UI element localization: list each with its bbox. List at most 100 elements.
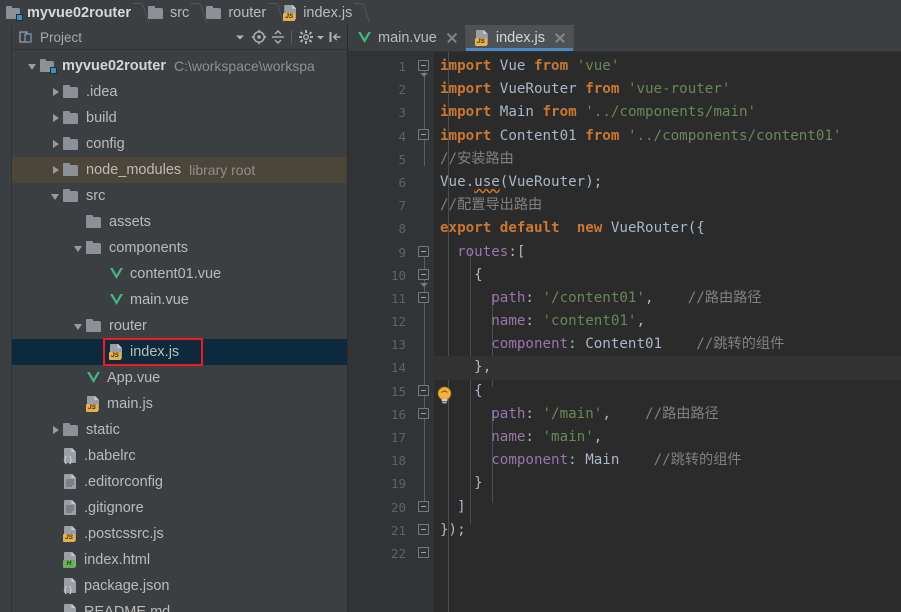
html-file-icon: H bbox=[63, 552, 78, 568]
tree-node-app-vue[interactable]: App.vue bbox=[12, 365, 347, 391]
code-line[interactable]: import Main from '../components/main' bbox=[434, 101, 901, 124]
tree-node-node-modules[interactable]: node_modules library root bbox=[12, 157, 347, 183]
code-folding-gutter[interactable] bbox=[414, 52, 434, 612]
code-line[interactable]: }, bbox=[434, 356, 901, 380]
tree-node-label: config bbox=[86, 136, 125, 152]
tree-node-config[interactable]: config bbox=[12, 131, 347, 157]
tree-node-label: .idea bbox=[86, 84, 118, 100]
line-number: 5 bbox=[398, 151, 406, 167]
code-line[interactable]: path: '/main', //路由路径 bbox=[434, 403, 901, 426]
tree-expand-arrow-icon[interactable] bbox=[72, 241, 86, 255]
text-file-icon bbox=[63, 474, 78, 490]
tree-expand-arrow-icon[interactable] bbox=[26, 59, 40, 73]
tree-node-index-html[interactable]: Hindex.html bbox=[12, 547, 347, 573]
svg-text:{}: {} bbox=[63, 456, 74, 465]
tree-node-main-js[interactable]: JS main.js bbox=[12, 391, 347, 417]
line-number: 19 bbox=[390, 476, 406, 492]
tree-node-hint: library root bbox=[189, 162, 256, 178]
breadcrumb-label: index.js bbox=[303, 4, 353, 21]
breadcrumb-item-module[interactable]: myvue02router bbox=[4, 0, 135, 25]
code-text[interactable]: import Vue from 'vue' import VueRouter fr… bbox=[434, 52, 901, 612]
code-line[interactable]: { bbox=[434, 264, 901, 287]
close-icon[interactable] bbox=[554, 32, 566, 44]
breadcrumb-item-file[interactable]: JS index.js bbox=[281, 0, 356, 25]
tree-node-index-js[interactable]: JS index.js bbox=[12, 339, 347, 365]
tree-node--postcssrc-js[interactable]: JS .postcssrc.js bbox=[12, 521, 347, 547]
line-number: 6 bbox=[398, 174, 406, 190]
tree-node-package-json[interactable]: {} package.json bbox=[12, 573, 347, 599]
code-line[interactable]: //配置导出路由 bbox=[434, 194, 901, 217]
tree-expand-arrow-icon[interactable] bbox=[49, 163, 63, 177]
collapse-all-icon[interactable] bbox=[268, 28, 287, 47]
tree-node-readme-md[interactable]: MD README.md bbox=[12, 599, 347, 612]
tree-node-src[interactable]: src bbox=[12, 183, 347, 209]
line-number: 16 bbox=[390, 406, 406, 422]
chevron-down-icon[interactable] bbox=[230, 28, 249, 47]
line-number: 9 bbox=[398, 244, 406, 260]
line-number: 14 bbox=[390, 360, 406, 376]
tab-main-vue[interactable]: main.vue bbox=[348, 25, 466, 51]
code-line[interactable]: path: '/content01', //路由路径 bbox=[434, 287, 901, 310]
js-file-icon: JS bbox=[474, 30, 490, 46]
chevron-down-icon[interactable] bbox=[315, 28, 325, 47]
tree-node-label: .babelrc bbox=[84, 448, 136, 464]
code-line[interactable]: ] bbox=[434, 496, 901, 519]
code-line[interactable]: routes:[ bbox=[434, 241, 901, 264]
tree-expand-arrow-icon[interactable] bbox=[49, 85, 63, 99]
tree-node-label: build bbox=[86, 110, 117, 126]
code-line[interactable]: import VueRouter from 'vue-router' bbox=[434, 78, 901, 101]
breadcrumb-separator bbox=[356, 0, 367, 25]
target-icon[interactable] bbox=[249, 28, 268, 47]
tree-expand-arrow-icon[interactable] bbox=[72, 319, 86, 333]
lightbulb-icon[interactable] bbox=[436, 386, 453, 406]
code-line[interactable]: component: Content01 //跳转的组件 bbox=[434, 333, 901, 356]
tree-node--editorconfig[interactable]: .editorconfig bbox=[12, 469, 347, 495]
folder-icon bbox=[63, 423, 80, 437]
tree-node-label: index.js bbox=[130, 344, 180, 360]
code-line[interactable]: import Vue from 'vue' bbox=[434, 55, 901, 78]
breadcrumb-item-src[interactable]: src bbox=[146, 0, 193, 25]
tree-node-build[interactable]: build bbox=[12, 105, 347, 131]
code-editor[interactable]: 1 2 3 4 5 6 7 8 9 10 11 12 13 14 15 16 17 18 19 20 21 22 bbox=[348, 52, 901, 612]
tree-node-content01-vue[interactable]: content01.vue bbox=[12, 261, 347, 287]
tab-index-js[interactable]: JS index.js bbox=[465, 25, 575, 51]
code-line[interactable]: import Content01 from '../components/con… bbox=[434, 125, 901, 148]
code-line[interactable]: export default new VueRouter({ bbox=[434, 217, 901, 240]
code-line[interactable]: Vue.use(VueRouter); bbox=[434, 171, 901, 194]
tree-node-assets[interactable]: assets bbox=[12, 209, 347, 235]
editor-side: main.vue JS index.js 1 2 3 4 5 6 7 8 9 10 11 12 13 14… bbox=[348, 25, 901, 612]
tree-node--gitignore[interactable]: .gitignore bbox=[12, 495, 347, 521]
tree-expand-arrow-icon[interactable] bbox=[49, 189, 63, 203]
json-file-icon: {} bbox=[63, 578, 78, 595]
hide-panel-icon[interactable] bbox=[325, 28, 344, 47]
tree-node-static[interactable]: static bbox=[12, 417, 347, 443]
code-line[interactable]: //安装路由 bbox=[434, 148, 901, 171]
tree-expand-arrow-icon[interactable] bbox=[49, 111, 63, 125]
text-file-icon bbox=[63, 500, 78, 516]
code-line[interactable]: }); bbox=[434, 519, 901, 542]
line-number-gutter[interactable]: 1 2 3 4 5 6 7 8 9 10 11 12 13 14 15 16 17 18 19 20 21 22 bbox=[348, 52, 414, 612]
tree-node-label: .editorconfig bbox=[84, 474, 163, 490]
tree-node-myvue02router[interactable]: myvue02router C:\workspace\workspa bbox=[12, 53, 347, 79]
close-icon[interactable] bbox=[446, 32, 458, 44]
code-line[interactable] bbox=[434, 542, 901, 565]
left-tool-stripe[interactable] bbox=[0, 25, 12, 612]
gear-icon[interactable] bbox=[296, 28, 315, 47]
tree-node-components[interactable]: components bbox=[12, 235, 347, 261]
tree-expand-arrow-icon[interactable] bbox=[49, 423, 63, 437]
code-line[interactable]: { bbox=[434, 380, 901, 403]
tree-node-router[interactable]: router bbox=[12, 313, 347, 339]
folder-icon bbox=[63, 137, 80, 151]
project-tree[interactable]: myvue02router C:\workspace\workspa .idea bu… bbox=[12, 50, 347, 612]
code-line[interactable]: name: 'content01', bbox=[434, 310, 901, 333]
tree-expand-arrow-icon[interactable] bbox=[49, 137, 63, 151]
code-line[interactable]: component: Main //跳转的组件 bbox=[434, 449, 901, 472]
tree-node-main-vue[interactable]: main.vue bbox=[12, 287, 347, 313]
tree-node--idea[interactable]: .idea bbox=[12, 79, 347, 105]
tree-node--babelrc[interactable]: {} .babelrc bbox=[12, 443, 347, 469]
code-line[interactable]: } bbox=[434, 472, 901, 495]
line-number: 22 bbox=[390, 545, 406, 561]
code-line[interactable]: name: 'main', bbox=[434, 426, 901, 449]
breadcrumb-item-router[interactable]: router bbox=[204, 0, 270, 25]
